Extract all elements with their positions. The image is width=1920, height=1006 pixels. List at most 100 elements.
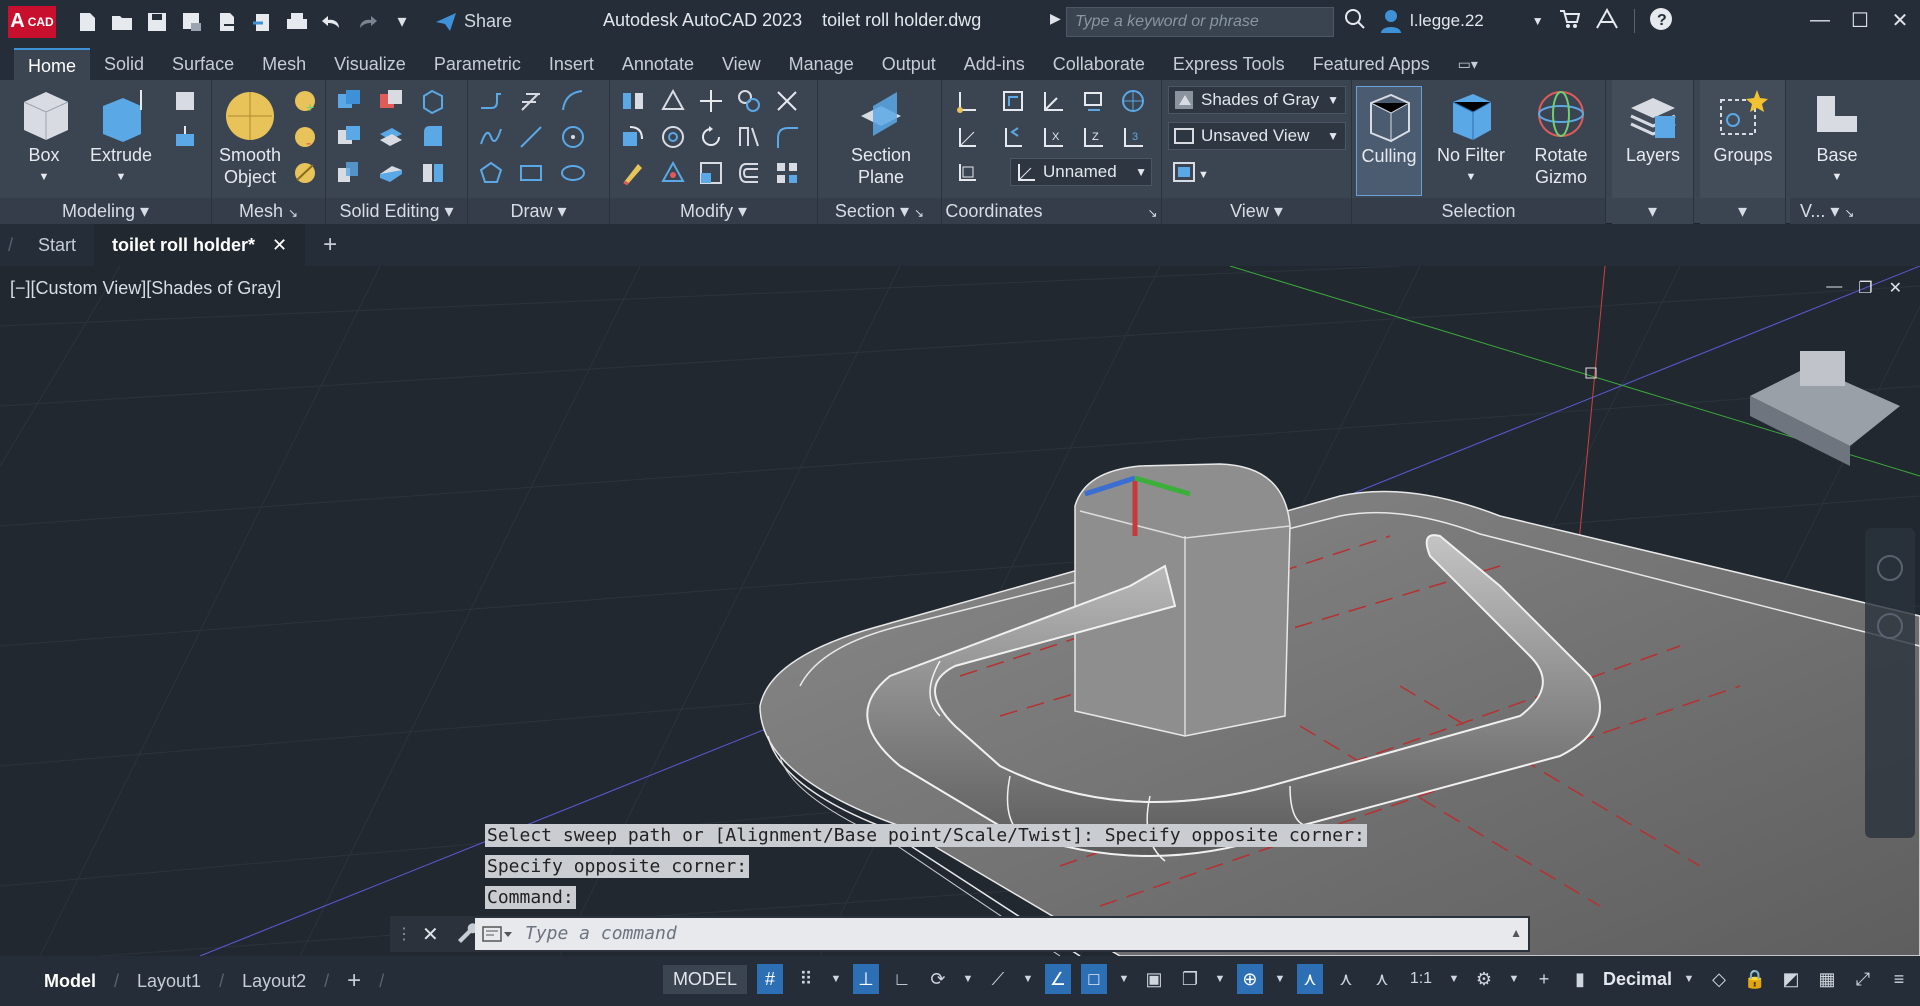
redo-icon[interactable] xyxy=(354,9,380,35)
ucs-view-icon[interactable] xyxy=(1000,88,1026,114)
viewport-restore-icon[interactable]: ❐ xyxy=(1858,278,1872,298)
array-path-icon[interactable] xyxy=(660,160,686,186)
base-button[interactable]: Base ▼ xyxy=(1802,86,1872,188)
layout-tab-layout1[interactable]: Layout1 xyxy=(119,971,219,992)
navigation-bar[interactable] xyxy=(1865,528,1915,838)
selection-cycling-icon[interactable]: ❐ xyxy=(1177,964,1203,994)
stretch-icon[interactable] xyxy=(736,124,762,150)
auto-scale-icon[interactable]: ⋏ xyxy=(1333,964,1359,994)
ucs-named-icon[interactable] xyxy=(954,124,980,150)
mirror-3d-icon[interactable] xyxy=(620,88,646,114)
infer-constraints-icon[interactable]: ⊥ xyxy=(852,964,879,994)
smooth-more-icon[interactable]: + xyxy=(292,88,318,115)
polyline-icon[interactable] xyxy=(478,88,504,114)
extract-edges-icon[interactable] xyxy=(420,88,446,115)
grip-icon[interactable]: ⋮ xyxy=(396,924,412,944)
slice-icon[interactable] xyxy=(378,124,404,150)
erase-icon[interactable] xyxy=(620,160,646,186)
rotate-icon[interactable] xyxy=(698,124,724,150)
command-prompt-icon[interactable] xyxy=(482,924,514,949)
workspace-gear-icon[interactable]: ⚙ xyxy=(1471,964,1497,994)
ucs-3point-icon[interactable]: 3 xyxy=(1120,124,1146,150)
add-layout-icon[interactable]: + xyxy=(329,967,379,995)
section-plane-button[interactable]: Section Plane xyxy=(840,86,922,188)
close-icon[interactable]: ✕ xyxy=(1880,0,1920,40)
polygon-icon[interactable] xyxy=(478,160,504,186)
object-snap-tracking-icon[interactable]: ∠ xyxy=(1044,964,1071,994)
scale-dropdown-icon[interactable]: ▼ xyxy=(1447,964,1461,994)
ucs-icon-properties-icon[interactable] xyxy=(954,160,980,186)
selection-cycling-dropdown-icon[interactable]: ▼ xyxy=(1213,964,1227,994)
copy-icon[interactable] xyxy=(736,88,762,114)
tab-toilet-roll-holder[interactable]: toilet roll holder* ✕ xyxy=(94,224,306,266)
no-filter-button[interactable]: No Filter ▼ xyxy=(1428,86,1514,188)
close-tab-icon[interactable]: ✕ xyxy=(272,235,287,255)
3d-object-snap-icon[interactable]: ⊕ xyxy=(1236,964,1263,994)
graphics-performance-icon[interactable]: ▦ xyxy=(1814,964,1840,994)
polar-dropdown-icon[interactable]: ▼ xyxy=(961,964,975,994)
panel-label-view-partial[interactable]: V... ▾ ↘ xyxy=(1790,198,1920,224)
interfere-icon[interactable] xyxy=(336,160,362,186)
search-icon[interactable] xyxy=(1344,8,1366,35)
3d-align-icon[interactable] xyxy=(660,88,686,114)
rectangle-icon[interactable] xyxy=(518,160,544,186)
annotation-scale-value[interactable]: 1:1 xyxy=(1405,964,1437,994)
isodraft-dropdown-icon[interactable]: ▼ xyxy=(1021,964,1035,994)
viewport-controls-label[interactable]: [−][Custom View][Shades of Gray] xyxy=(10,278,281,299)
isodraft-icon[interactable]: ⟋ xyxy=(985,964,1011,994)
user-account[interactable]: l.legge.22 ▼ xyxy=(1380,9,1544,33)
customization-menu-icon[interactable]: ≡ xyxy=(1886,964,1912,994)
panel-label-draw[interactable]: Draw ▾ xyxy=(468,198,609,224)
viewcube-icon[interactable] xyxy=(1750,351,1900,466)
share-button[interactable]: Share xyxy=(434,11,512,33)
polar-tracking-icon[interactable]: ⟳ xyxy=(925,964,951,994)
circle-icon[interactable] xyxy=(560,124,586,150)
model-space-toggle[interactable]: MODEL xyxy=(662,964,747,994)
units-value[interactable]: Decimal xyxy=(1603,969,1672,990)
groups-expand-icon[interactable]: ▾ xyxy=(1700,198,1785,224)
culling-button[interactable]: Culling xyxy=(1356,86,1422,196)
line-icon[interactable] xyxy=(518,124,544,150)
command-input[interactable]: Type a command xyxy=(475,918,1528,950)
app-logo[interactable]: A CAD xyxy=(8,5,56,38)
ucs-x-icon[interactable]: X xyxy=(1040,124,1066,150)
save-as-icon[interactable] xyxy=(179,9,205,35)
close-command-icon[interactable]: ✕ xyxy=(422,922,439,947)
grid-icon[interactable]: # xyxy=(756,964,783,994)
customize-wrench-icon[interactable] xyxy=(455,921,478,948)
panel-label-section[interactable]: Section ▾ ↘ xyxy=(818,198,941,224)
scale-icon[interactable] xyxy=(698,160,724,186)
object-snap-icon[interactable]: □ xyxy=(1080,964,1107,994)
trim-icon[interactable] xyxy=(774,88,800,114)
lock-ui-icon[interactable]: 🔒 xyxy=(1742,964,1768,994)
undo-icon[interactable] xyxy=(319,9,345,35)
panel-label-solid-editing[interactable]: Solid Editing ▾ xyxy=(326,198,467,224)
tab-home[interactable]: Home xyxy=(14,48,91,80)
units-dropdown-icon[interactable]: ▼ xyxy=(1682,964,1696,994)
tab-parametric[interactable]: Parametric xyxy=(420,48,535,80)
spline-icon[interactable] xyxy=(478,124,504,150)
panel-label-mesh[interactable]: Mesh ↘ xyxy=(212,198,325,224)
3d-array-icon[interactable] xyxy=(660,124,686,150)
array-icon[interactable] xyxy=(774,160,800,186)
ucs-world-icon[interactable] xyxy=(1120,88,1146,114)
tab-featured-apps[interactable]: Featured Apps xyxy=(1299,48,1444,80)
layout-tab-layout2[interactable]: Layout2 xyxy=(224,971,324,992)
plot-icon[interactable] xyxy=(284,9,310,35)
fillet-icon[interactable] xyxy=(774,124,800,150)
annotation-scale-icon[interactable]: ⋏ xyxy=(1369,964,1395,994)
new-file-icon[interactable] xyxy=(74,9,100,35)
smooth-object-button[interactable]: Smooth Object xyxy=(214,86,286,188)
model-canvas[interactable] xyxy=(0,266,1920,956)
command-history-toggle-icon[interactable]: ▲ xyxy=(1510,926,1522,940)
tab-visualize[interactable]: Visualize xyxy=(320,48,420,80)
workspace-dropdown-icon[interactable]: ▼ xyxy=(1507,964,1521,994)
layout-tab-model[interactable]: Model xyxy=(26,971,114,992)
cart-icon[interactable] xyxy=(1558,8,1580,35)
viewport-close-icon[interactable]: ✕ xyxy=(1889,278,1902,298)
tab-manage[interactable]: Manage xyxy=(775,48,868,80)
ucs-origin-icon[interactable] xyxy=(1040,88,1066,114)
arc-icon[interactable] xyxy=(560,88,586,114)
panel-label-modeling[interactable]: Modeling ▾ xyxy=(0,198,211,224)
ucs-icon[interactable] xyxy=(954,88,980,114)
